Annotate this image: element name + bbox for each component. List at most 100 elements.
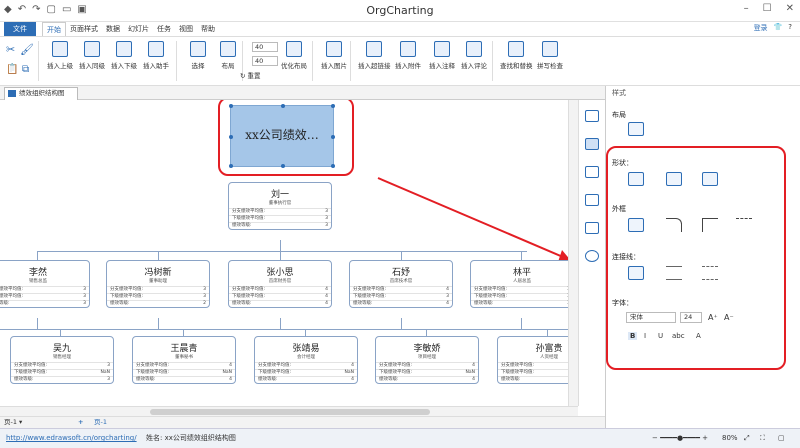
close-icon[interactable]: ✕ bbox=[786, 3, 794, 14]
font-label: 字体： bbox=[612, 299, 633, 307]
fullscreen-icon[interactable]: ⛶ bbox=[760, 429, 765, 448]
ribbon-button-10[interactable]: 插入注释 bbox=[426, 41, 458, 70]
org-node[interactable]: 石妤 首席技术官 分支绩效平均值: 4 下级绩效平均值: 3 绩效等级: 4 bbox=[349, 260, 453, 308]
document-tab[interactable]: 绩效组织结构图 bbox=[4, 87, 78, 100]
maximize-icon[interactable]: ☐ bbox=[763, 3, 772, 14]
font-style-button-0[interactable]: B bbox=[628, 332, 638, 340]
vertical-scrollbar[interactable] bbox=[568, 100, 578, 406]
org-node[interactable]: 张小思 首席财务官 分支绩效平均值: 4 下级绩效平均值: 4 绩效等级: 4 bbox=[228, 260, 332, 308]
reset-button[interactable]: ↻ 重置 bbox=[240, 70, 261, 80]
ribbon-button-label: 插入上级 bbox=[47, 62, 73, 70]
line-dash-icon[interactable] bbox=[702, 266, 718, 280]
image-icon[interactable] bbox=[702, 172, 718, 186]
org-node[interactable]: 冯树新 董事助理 分支绩效平均值: 3 下级绩效平均值: 3 绩效等级: 2 bbox=[106, 260, 210, 308]
menu-tab-3[interactable]: 幻灯片 bbox=[124, 22, 153, 36]
ribbon-button-12[interactable]: 查找和替换 bbox=[500, 41, 533, 70]
file-menu[interactable]: 文件 bbox=[4, 22, 36, 36]
metric-value: 4 bbox=[472, 363, 475, 368]
org-node[interactable]: 李敏娇 项目经理 分支绩效平均值: 4 下级绩效平均值: NaN 绩效等级: 4 bbox=[375, 336, 479, 384]
spacing-h-input[interactable]: 40 bbox=[252, 42, 278, 52]
font-style-button-4[interactable]: A bbox=[696, 332, 701, 340]
org-node[interactable]: 吴九 销售经理 分支绩效平均值: 3 下级绩效平均值: NaN 绩效等级: 3 bbox=[10, 336, 114, 384]
shirt-icon[interactable]: 👕 bbox=[774, 23, 783, 33]
cut-icon[interactable]: ✂ bbox=[6, 43, 15, 56]
menu-tab-4[interactable]: 任务 bbox=[153, 22, 175, 36]
menu-tab-0[interactable]: 开始 bbox=[42, 22, 66, 36]
menu-tab-5[interactable]: 视图 bbox=[175, 22, 197, 36]
paste-icon[interactable]: 📋 bbox=[6, 64, 18, 75]
layout-icon[interactable] bbox=[628, 122, 644, 136]
font-size-select[interactable]: 24 bbox=[680, 312, 702, 323]
minimize-icon[interactable]: – bbox=[744, 3, 749, 14]
add-page-icon[interactable]: + bbox=[78, 417, 83, 428]
menu-tab-6[interactable]: 帮助 bbox=[197, 22, 219, 36]
ribbon-button-9[interactable]: 插入附件 bbox=[392, 41, 424, 70]
metric-value: 3 bbox=[83, 294, 86, 299]
ribbon-button-11[interactable]: 插入评论 bbox=[458, 41, 490, 70]
format-painter-icon[interactable]: 🖌 bbox=[20, 43, 34, 56]
ribbon-button-13[interactable]: 拼写检查 bbox=[534, 41, 566, 70]
metric-label: 绩效等级: bbox=[258, 377, 278, 382]
horizontal-scrollbar[interactable] bbox=[0, 406, 578, 416]
line-weight-icon[interactable] bbox=[666, 266, 682, 280]
tree-icon[interactable] bbox=[585, 222, 599, 234]
list-icon[interactable] bbox=[585, 166, 599, 178]
table-icon[interactable] bbox=[585, 194, 599, 206]
ribbon-button-label: 优化布局 bbox=[281, 62, 307, 70]
org-node[interactable]: 刘一 董事执行官 分支绩效平均值: 3 下级绩效平均值: 3 绩效等级: 3 bbox=[228, 182, 332, 230]
ribbon-button-5[interactable]: 布局 bbox=[212, 41, 244, 70]
search-icon[interactable] bbox=[585, 250, 599, 262]
chart-canvas[interactable]: xx公司绩效… 刘一 董事执行官 分支绩效平均值: 3 下级绩效平均值: 3 绩效等级: 3 李… bbox=[0, 100, 578, 406]
node-metric-row: 分支绩效平均值: 3 bbox=[229, 208, 331, 215]
ribbon-button-4[interactable]: 选择 bbox=[182, 41, 214, 70]
copy-icon[interactable]: ⧉ bbox=[22, 64, 29, 75]
node-metric-row: 绩效等级: 3 bbox=[0, 300, 89, 307]
dash-style-icon[interactable] bbox=[736, 218, 752, 232]
fill-icon[interactable] bbox=[628, 172, 644, 186]
org-node[interactable]: 王晨青 董事秘书 分支绩效平均值: 4 下级绩效平均值: NaN 绩效等级: 4 bbox=[132, 336, 236, 384]
font-style-button-1[interactable]: I bbox=[644, 332, 646, 340]
font-style-button-3[interactable]: abc bbox=[672, 332, 685, 340]
line-color-icon[interactable] bbox=[628, 266, 644, 280]
shrink-font-icon[interactable]: A⁻ bbox=[724, 313, 734, 322]
scroll-thumb[interactable] bbox=[150, 409, 430, 415]
website-link[interactable]: http://www.edrawsoft.cn/orgcharting/ bbox=[6, 429, 137, 448]
page-select[interactable]: 页-1 ▾ bbox=[4, 417, 22, 428]
spacing-v-input[interactable]: 40 bbox=[252, 56, 278, 66]
zoom-slider[interactable]: − ━━━━●━━━━ + bbox=[652, 429, 708, 448]
org-node[interactable]: 张靖易 会计经理 分支绩效平均值: 4 下级绩效平均值: NaN 绩效等级: 4 bbox=[254, 336, 358, 384]
ribbon-button-1[interactable]: 插入同级 bbox=[76, 41, 108, 70]
ribbon-button-2[interactable]: 插入下级 bbox=[108, 41, 140, 70]
ribbon-button-6[interactable]: 优化布局 bbox=[278, 41, 310, 70]
metric-label: 分支绩效平均值: bbox=[0, 287, 24, 292]
ribbon-button-7[interactable]: 插入图片 bbox=[318, 41, 350, 70]
grow-font-icon[interactable]: A⁺ bbox=[708, 313, 718, 322]
menu-tab-2[interactable]: 数据 bbox=[102, 22, 124, 36]
font-family-select[interactable]: 宋体 bbox=[626, 312, 676, 323]
current-page-tab[interactable]: 页-1 bbox=[94, 417, 107, 428]
ribbon-button-8[interactable]: 插入超链接 bbox=[358, 41, 391, 70]
shadow-icon[interactable] bbox=[666, 172, 682, 186]
border-color-icon[interactable] bbox=[628, 218, 644, 232]
help-icon[interactable]: ? bbox=[788, 23, 792, 33]
menu-tab-1[interactable]: 页面样式 bbox=[66, 22, 102, 36]
metric-value: 3 bbox=[325, 223, 328, 228]
font-style-button-2[interactable]: U bbox=[658, 332, 663, 340]
org-node[interactable]: 林平人居总监分支绩效平均值:3下级绩效平均值:3绩效等级:3 bbox=[470, 260, 574, 308]
ribbon-button-0[interactable]: 插入上级 bbox=[44, 41, 76, 70]
org-node[interactable]: 孙富贵人资经理分支绩效平均值:3下级绩效平均值:NaN绩效等级:3 bbox=[497, 336, 578, 384]
ribbon-button-icon bbox=[326, 41, 342, 57]
layout-label: 布局 bbox=[612, 111, 626, 119]
ribbon-button-icon bbox=[542, 41, 558, 57]
fit-page-icon[interactable]: ⤢ bbox=[744, 429, 750, 448]
selected-title-shape[interactable]: xx公司绩效… bbox=[229, 104, 335, 168]
corner-round-icon[interactable] bbox=[666, 218, 682, 232]
card-icon[interactable] bbox=[585, 110, 599, 122]
style-brush-icon[interactable] bbox=[585, 138, 599, 150]
window-view-icon[interactable]: ▢ bbox=[778, 429, 785, 448]
login-link[interactable]: 登录 bbox=[754, 23, 768, 33]
corner-square-icon[interactable] bbox=[702, 218, 718, 232]
ribbon-button-3[interactable]: 插入助手 bbox=[140, 41, 172, 70]
org-node[interactable]: 李然销售总监分支绩效平均值: 3 下级绩效平均值: 3 绩效等级: 3 bbox=[0, 260, 90, 308]
panel-title: 样式 bbox=[612, 89, 626, 97]
